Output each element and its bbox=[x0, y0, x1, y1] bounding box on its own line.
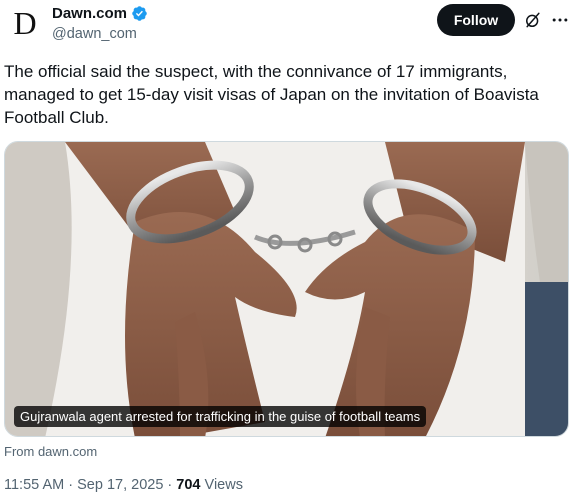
meta-separator: · bbox=[167, 477, 173, 493]
tweet-meta: 11:55 AM · Sep 17, 2025 · 704 Views bbox=[4, 477, 243, 493]
handle[interactable]: @dawn_com bbox=[52, 26, 137, 42]
avatar[interactable]: D bbox=[8, 6, 42, 40]
grok-icon[interactable] bbox=[523, 10, 543, 30]
follow-button[interactable]: Follow bbox=[437, 4, 515, 36]
views-count: 704 bbox=[176, 477, 201, 493]
name-row: Dawn.com bbox=[52, 5, 148, 22]
meta-separator: · bbox=[68, 477, 74, 493]
verified-badge-icon bbox=[132, 6, 147, 21]
link-card-image[interactable]: Gujranwala agent arrested for traffickin… bbox=[4, 141, 569, 437]
display-name[interactable]: Dawn.com bbox=[52, 5, 127, 22]
views-label: Views bbox=[204, 477, 243, 493]
link-card-caption: Gujranwala agent arrested for traffickin… bbox=[14, 406, 427, 427]
link-source[interactable]: From dawn.com bbox=[4, 444, 97, 459]
handcuffed-hands-photo bbox=[5, 142, 568, 436]
tweet-text: The official said the suspect, with the … bbox=[4, 62, 539, 127]
more-dots-icon[interactable] bbox=[550, 10, 570, 30]
tweet-time[interactable]: 11:55 AM bbox=[4, 477, 64, 493]
tweet-date[interactable]: Sep 17, 2025 bbox=[77, 477, 163, 493]
